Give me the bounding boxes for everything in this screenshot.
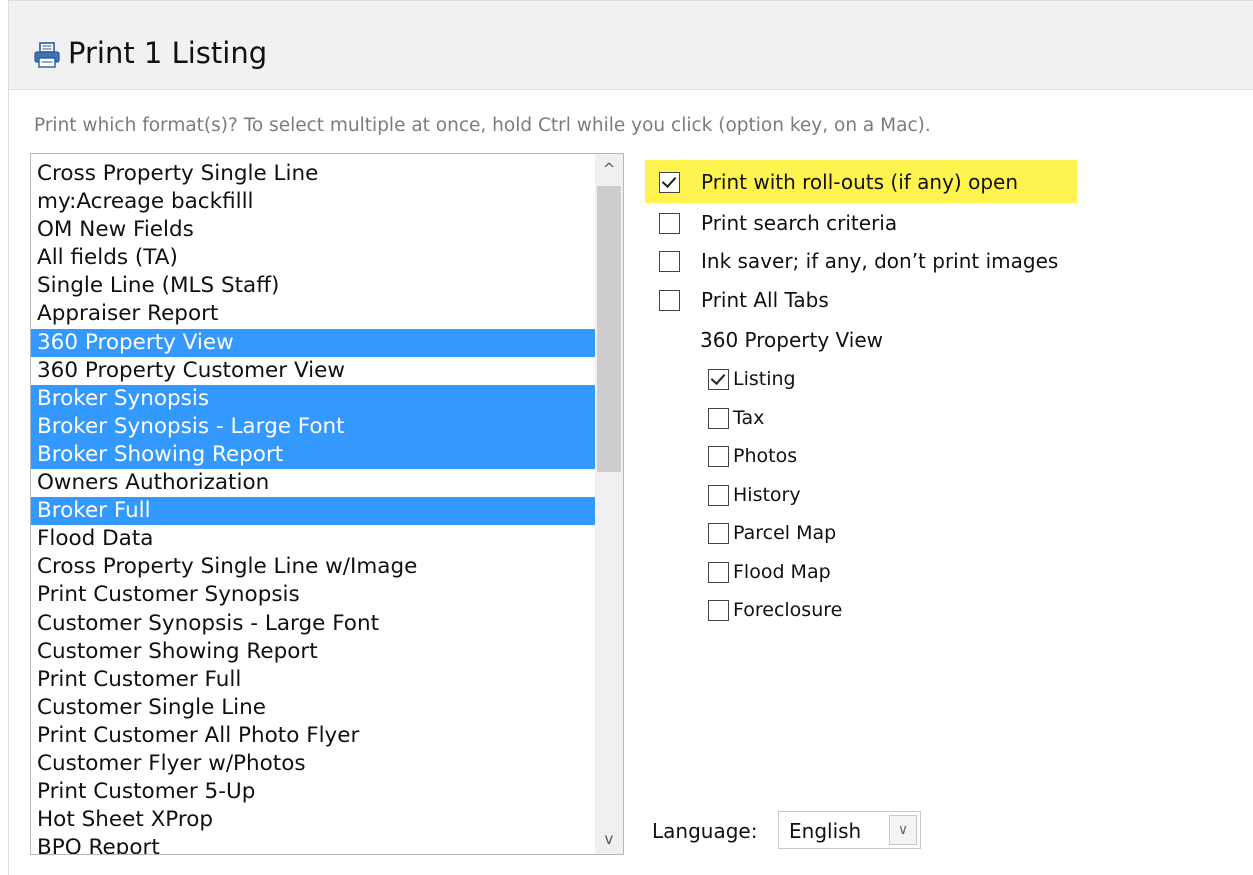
format-option[interactable]: Hot Sheet XProp xyxy=(31,806,595,834)
ink-saver-option[interactable]: Ink saver; if any, don’t print images xyxy=(659,249,1058,273)
format-option[interactable]: Print Customer Synopsis xyxy=(31,581,595,609)
print-search-criteria-label: Print search criteria xyxy=(701,211,898,235)
print-rollouts-option[interactable]: Print with roll-outs (if any) open xyxy=(659,170,1018,194)
format-option[interactable]: Print Customer Full xyxy=(31,666,595,694)
ink-saver-checkbox[interactable] xyxy=(659,250,680,272)
format-option[interactable]: 360 Property View xyxy=(31,328,595,357)
tab-photos-option[interactable]: Photos xyxy=(708,445,797,467)
scroll-down-arrow-icon[interactable]: v xyxy=(595,824,623,854)
tab-tax-checkbox[interactable] xyxy=(708,407,729,429)
format-option[interactable]: Print Customer 5-Up xyxy=(31,778,595,806)
format-option[interactable]: Broker Synopsis xyxy=(31,384,595,413)
format-option[interactable]: Broker Showing Report xyxy=(31,440,595,470)
format-options[interactable]: Cross Property Single Line my:Acreage bac… xyxy=(31,160,595,854)
print-all-tabs-label: Print All Tabs xyxy=(701,288,829,312)
format-option[interactable]: Print Customer All Photo Flyer xyxy=(31,722,595,750)
format-option[interactable]: OM New Fields xyxy=(31,216,595,244)
tab-listing-label: Listing xyxy=(733,368,796,390)
list-scrollbar[interactable]: ^ v xyxy=(595,154,623,854)
dialog-title: Print 1 Listing xyxy=(68,36,268,70)
ink-saver-label: Ink saver; if any, don’t print images xyxy=(701,249,1059,273)
tab-listing-option[interactable]: Listing xyxy=(708,368,796,390)
format-option[interactable]: Cross Property Single Line xyxy=(31,160,595,188)
tab-parcel-map-label: Parcel Map xyxy=(733,522,837,544)
format-option[interactable]: Cross Property Single Line w/Image xyxy=(31,553,595,581)
print-rollouts-label: Print with roll-outs (if any) open xyxy=(701,170,1019,194)
format-option[interactable]: my:Acreage backfilll xyxy=(31,188,595,216)
tab-parcel-map-checkbox[interactable] xyxy=(708,522,729,544)
format-option[interactable]: Broker Full xyxy=(31,497,595,526)
tab-photos-checkbox[interactable] xyxy=(708,445,729,467)
tab-tax-label: Tax xyxy=(733,407,765,429)
print-all-tabs-checkbox[interactable] xyxy=(659,289,680,311)
tab-flood-map-option[interactable]: Flood Map xyxy=(708,561,831,583)
scroll-up-arrow-icon[interactable]: ^ xyxy=(595,154,623,184)
tab-foreclosure-checkbox[interactable] xyxy=(708,599,729,621)
format-option[interactable]: Single Line (MLS Staff) xyxy=(31,272,595,300)
format-option[interactable]: Customer Synopsis - Large Font xyxy=(31,610,595,638)
format-option[interactable]: Owners Authorization xyxy=(31,469,595,497)
format-option[interactable]: Customer Single Line xyxy=(31,694,595,722)
tab-foreclosure-label: Foreclosure xyxy=(733,599,843,621)
tab-history-label: History xyxy=(733,484,801,506)
format-listbox[interactable]: Cross Property Single Line my:Acreage bac… xyxy=(30,153,624,855)
tab-foreclosure-option[interactable]: Foreclosure xyxy=(708,599,842,621)
format-option[interactable]: Customer Showing Report xyxy=(31,638,595,666)
format-option[interactable]: Flood Data xyxy=(31,525,595,553)
format-option[interactable]: BPO Report xyxy=(31,834,595,854)
scroll-thumb[interactable] xyxy=(597,186,621,472)
language-select[interactable]: English ∨ xyxy=(778,811,921,849)
printer-icon xyxy=(34,42,60,68)
tabs-section-label: 360 Property View xyxy=(700,328,883,352)
format-instructions: Print which format(s)? To select multipl… xyxy=(34,115,931,136)
format-option[interactable]: Appraiser Report xyxy=(31,300,595,328)
print-rollouts-checkbox[interactable] xyxy=(659,171,680,193)
language-selected-value: English xyxy=(789,819,862,843)
language-label: Language: xyxy=(652,819,758,843)
tab-tax-option[interactable]: Tax xyxy=(708,407,764,429)
tab-parcel-map-option[interactable]: Parcel Map xyxy=(708,522,836,544)
tab-flood-map-label: Flood Map xyxy=(733,561,831,583)
format-option[interactable]: 360 Property Customer View xyxy=(31,357,595,385)
print-search-criteria-checkbox[interactable] xyxy=(659,212,680,234)
tab-listing-checkbox[interactable] xyxy=(708,368,729,390)
chevron-down-icon[interactable]: ∨ xyxy=(889,815,917,845)
format-option[interactable]: All fields (TA) xyxy=(31,244,595,272)
tab-flood-map-checkbox[interactable] xyxy=(708,561,729,583)
format-option[interactable]: Broker Synopsis - Large Font xyxy=(31,412,595,441)
tab-history-checkbox[interactable] xyxy=(708,484,729,506)
format-option[interactable]: Customer Flyer w/Photos xyxy=(31,750,595,778)
print-search-criteria-option[interactable]: Print search criteria xyxy=(659,211,897,235)
tab-photos-label: Photos xyxy=(733,445,798,467)
print-all-tabs-option[interactable]: Print All Tabs xyxy=(659,288,829,312)
tab-history-option[interactable]: History xyxy=(708,484,801,506)
dialog-header: Print 1 Listing xyxy=(9,1,1253,90)
